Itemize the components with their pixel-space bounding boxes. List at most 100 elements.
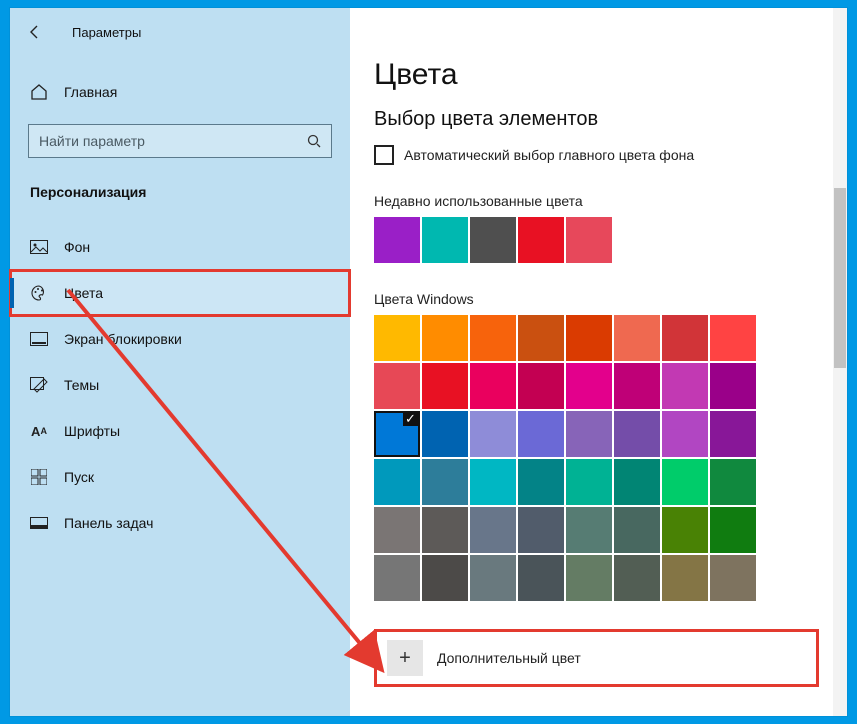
color-swatch[interactable]	[374, 411, 420, 457]
color-swatch[interactable]	[566, 507, 612, 553]
color-swatch[interactable]	[710, 363, 756, 409]
color-swatch[interactable]	[614, 459, 660, 505]
color-swatch[interactable]	[518, 315, 564, 361]
nav-label: Экран блокировки	[64, 331, 182, 347]
content-pane: Цвета Выбор цвета элементов Автоматическ…	[350, 8, 847, 716]
sidebar-item-lockscreen[interactable]: Экран блокировки	[10, 316, 350, 362]
section-label: Персонализация	[10, 164, 350, 208]
color-swatch[interactable]	[470, 555, 516, 601]
checkbox-icon	[374, 145, 394, 165]
scrollbar[interactable]	[833, 8, 847, 716]
nav-label: Панель задач	[64, 515, 153, 531]
color-swatch[interactable]	[566, 315, 612, 361]
color-swatch[interactable]	[566, 555, 612, 601]
color-swatch[interactable]	[614, 411, 660, 457]
palette-icon	[30, 284, 48, 302]
themes-icon	[30, 376, 48, 394]
custom-color-label: Дополнительный цвет	[437, 650, 581, 666]
sidebar-item-start[interactable]: Пуск	[10, 454, 350, 500]
color-swatch[interactable]	[374, 217, 420, 263]
sidebar-item-themes[interactable]: Темы	[10, 362, 350, 408]
taskbar-icon	[30, 514, 48, 532]
color-swatch[interactable]	[374, 555, 420, 601]
color-swatch[interactable]	[518, 411, 564, 457]
color-swatch[interactable]	[662, 315, 708, 361]
color-swatch[interactable]	[566, 217, 612, 263]
color-swatch[interactable]	[662, 363, 708, 409]
search-input[interactable]: Найти параметр	[28, 124, 332, 158]
search-icon	[305, 132, 323, 150]
color-swatch[interactable]	[470, 315, 516, 361]
color-swatch[interactable]	[518, 363, 564, 409]
color-swatch[interactable]	[374, 507, 420, 553]
color-swatch[interactable]	[662, 411, 708, 457]
color-swatch[interactable]	[422, 507, 468, 553]
scrollbar-thumb[interactable]	[834, 188, 846, 368]
color-swatch[interactable]	[566, 411, 612, 457]
color-swatch[interactable]	[422, 363, 468, 409]
color-swatch[interactable]	[374, 315, 420, 361]
nav-list: Фон Цвета Экран блокировки Темы	[10, 224, 350, 546]
back-button[interactable]	[24, 21, 46, 43]
plus-icon: +	[387, 640, 423, 676]
color-swatch[interactable]	[470, 217, 516, 263]
nav-label: Пуск	[64, 469, 94, 485]
lockscreen-icon	[30, 330, 48, 348]
color-swatch[interactable]	[614, 555, 660, 601]
color-swatch[interactable]	[470, 363, 516, 409]
nav-label: Цвета	[64, 285, 103, 301]
nav-label: Темы	[64, 377, 99, 393]
custom-color-button[interactable]: + Дополнительный цвет	[374, 629, 819, 687]
color-swatch[interactable]	[566, 363, 612, 409]
color-swatch[interactable]	[374, 459, 420, 505]
search-placeholder: Найти параметр	[39, 133, 145, 149]
checkbox-label: Автоматический выбор главного цвета фона	[404, 147, 694, 163]
picture-icon	[30, 238, 48, 256]
color-swatch[interactable]	[518, 507, 564, 553]
sidebar-item-home[interactable]: Главная	[10, 70, 350, 114]
settings-window: Параметры Главная Найти параметр Персона…	[10, 8, 847, 716]
color-swatch[interactable]	[470, 411, 516, 457]
recent-colors-label: Недавно использованные цвета	[374, 193, 847, 209]
color-swatch[interactable]	[422, 315, 468, 361]
app-title: Параметры	[72, 25, 141, 40]
color-swatch[interactable]	[614, 315, 660, 361]
titlebar: Параметры	[10, 14, 350, 50]
windows-colors-label: Цвета Windows	[374, 291, 847, 307]
color-swatch[interactable]	[710, 555, 756, 601]
color-swatch[interactable]	[710, 507, 756, 553]
color-swatch[interactable]	[518, 555, 564, 601]
sidebar-item-fonts[interactable]: AA Шрифты	[10, 408, 350, 454]
home-label: Главная	[64, 84, 117, 100]
color-swatch[interactable]	[710, 459, 756, 505]
windows-colors-grid	[374, 315, 847, 601]
sidebar-item-background[interactable]: Фон	[10, 224, 350, 270]
color-swatch[interactable]	[470, 507, 516, 553]
color-swatch[interactable]	[422, 459, 468, 505]
fonts-icon: AA	[30, 422, 48, 440]
sidebar-item-taskbar[interactable]: Панель задач	[10, 500, 350, 546]
color-swatch[interactable]	[470, 459, 516, 505]
sidebar: Параметры Главная Найти параметр Персона…	[10, 8, 350, 716]
color-swatch[interactable]	[518, 217, 564, 263]
color-swatch[interactable]	[614, 507, 660, 553]
color-swatch[interactable]	[422, 217, 468, 263]
recent-colors-row	[374, 217, 847, 263]
color-swatch[interactable]	[422, 555, 468, 601]
color-swatch[interactable]	[662, 459, 708, 505]
color-swatch[interactable]	[518, 459, 564, 505]
color-swatch[interactable]	[566, 459, 612, 505]
color-swatch[interactable]	[422, 411, 468, 457]
sidebar-item-colors[interactable]: Цвета	[10, 270, 350, 316]
color-swatch[interactable]	[662, 555, 708, 601]
color-swatch[interactable]	[710, 411, 756, 457]
start-icon	[30, 468, 48, 486]
auto-accent-checkbox[interactable]: Автоматический выбор главного цвета фона	[374, 145, 847, 165]
color-swatch[interactable]	[614, 363, 660, 409]
nav-label: Фон	[64, 239, 90, 255]
page-title: Цвета	[374, 58, 847, 92]
nav-label: Шрифты	[64, 423, 120, 439]
color-swatch[interactable]	[662, 507, 708, 553]
color-swatch[interactable]	[374, 363, 420, 409]
color-swatch[interactable]	[710, 315, 756, 361]
